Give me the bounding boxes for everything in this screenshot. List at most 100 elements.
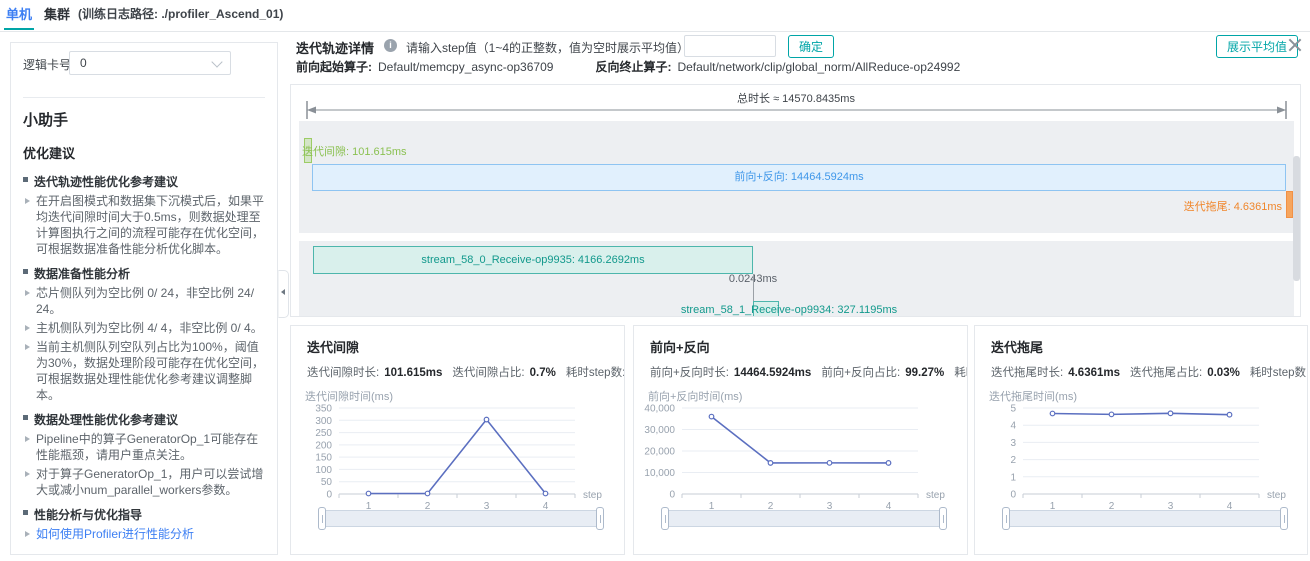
info-icon[interactable] — [384, 39, 397, 52]
svg-text:40,000: 40,000 — [644, 404, 675, 415]
panel-stats: 迭代拖尾时长:4.6361ms 迭代拖尾占比:0.03% 耗时step数:4 — [991, 364, 1308, 380]
svg-text:2: 2 — [1010, 455, 1016, 466]
step-input[interactable] — [684, 35, 776, 57]
stream-receive-bar-2-label: stream_58_1_Receive-op9934: 327.1195ms — [629, 304, 949, 316]
svg-text:step: step — [926, 490, 945, 501]
svg-text:0: 0 — [669, 490, 675, 501]
logic-card-value: 0 — [80, 52, 87, 74]
iteration-tail-bar-label: 迭代拖尾: 4.6361ms — [1184, 198, 1282, 214]
assistant-title: 小助手 — [23, 109, 68, 130]
iteration-detail-area: 迭代轨迹详情 请输入step值（1~4的正整数，值为空时展示平均值） 确定 展示… — [290, 32, 1310, 561]
fp-start-operator-value: Default/memcpy_async-op36709 — [378, 60, 553, 74]
tab-cluster[interactable]: 集群 — [44, 0, 70, 29]
step-input-hint: 请输入step值（1~4的正整数，值为空时展示平均值） — [406, 39, 689, 56]
zoom-handle-right[interactable] — [1280, 507, 1288, 530]
suggestion-item: 当前主机侧队列空队列占比为100%，阈值为30%，数据处理阶段可能存在优化空间，… — [23, 339, 269, 403]
detail-title: 迭代轨迹详情 — [296, 38, 374, 57]
section-title-data-prep: 数据准备性能分析 — [23, 265, 269, 282]
svg-text:30,000: 30,000 — [644, 425, 675, 436]
panel-stats: 前向+反向时长:14464.5924ms 前向+反向占比:99.27% 耗时st… — [650, 364, 968, 380]
stat-value: 4.6361ms — [1068, 367, 1120, 379]
panel-title: 前向+反向 — [650, 337, 710, 356]
suggestions-title: 优化建议 — [23, 143, 75, 162]
data-zoom-slider[interactable] — [321, 510, 601, 527]
iteration-tail-panel: 迭代拖尾 迭代拖尾时长:4.6361ms 迭代拖尾占比:0.03% 耗时step… — [974, 325, 1308, 555]
stat-value: 0.7% — [530, 367, 556, 379]
iteration-tail-chart: 0123451234step — [977, 400, 1297, 512]
zoom-handle-right[interactable] — [596, 507, 604, 530]
svg-text:100: 100 — [315, 465, 332, 476]
svg-text:0: 0 — [326, 490, 332, 501]
zoom-handle-left[interactable] — [318, 507, 326, 530]
zoom-handle-right[interactable] — [939, 507, 947, 530]
svg-text:step: step — [1267, 490, 1286, 501]
connector-line — [753, 274, 754, 301]
bp-end-operator-label: 反向终止算子: — [595, 60, 671, 74]
stat-label: 迭代拖尾时长: — [991, 367, 1063, 379]
stat-label: 耗时step数: — [1250, 367, 1308, 379]
data-zoom-slider[interactable] — [664, 510, 944, 527]
iteration-tail-bar[interactable] — [1286, 191, 1293, 218]
total-duration-label: 总时长 ≈ 14570.8435ms — [737, 91, 855, 105]
data-zoom-slider[interactable] — [1005, 510, 1285, 527]
stat-value: 101.615ms — [384, 367, 442, 379]
svg-text:350: 350 — [315, 404, 332, 415]
suggestion-item: Pipeline中的算子GeneratorOp_1可能存在性能瓶颈，请用户重点关… — [23, 431, 269, 463]
stream-receive-bar-1[interactable]: stream_58_0_Receive-op9935: 4166.2692ms — [313, 246, 753, 274]
svg-text:10,000: 10,000 — [644, 468, 675, 479]
close-icon[interactable] — [1286, 36, 1304, 54]
stat-label: 耗时step数: — [954, 367, 968, 379]
stat-label: 前向+反向占比: — [821, 367, 900, 379]
panel-title: 迭代间隙 — [307, 337, 359, 356]
stat-label: 前向+反向时长: — [650, 367, 729, 379]
sidebar-collapse-handle[interactable] — [278, 270, 289, 318]
zoom-handle-left[interactable] — [661, 507, 669, 530]
suggestion-item: 在开启图模式和数据集下沉模式后，如果平均迭代间隙时间大于0.5ms，则数据处理至… — [23, 193, 269, 257]
divider — [23, 97, 265, 98]
chevron-down-icon — [211, 56, 222, 67]
suggestions-body: 迭代轨迹性能优化参考建议 在开启图模式和数据集下沉模式后，如果平均迭代间隙时间大… — [23, 165, 269, 545]
tab-single-machine[interactable]: 单机 — [6, 0, 32, 29]
suggestion-item: 对于算子GeneratorOp_1，用户可以尝试增大或减小num_paralle… — [23, 466, 269, 498]
profiler-doc-link[interactable]: 如何使用Profiler进行性能分析 — [36, 527, 194, 541]
top-tab-bar: 单机 集群 (训练日志路径: ./profiler_Ascend_01) — [0, 0, 1310, 32]
profiler-page: 单机 集群 (训练日志路径: ./profiler_Ascend_01) 逻辑卡… — [0, 0, 1310, 561]
svg-text:20,000: 20,000 — [644, 447, 675, 458]
timeline-scrollbar-thumb[interactable] — [1293, 156, 1300, 281]
svg-text:50: 50 — [321, 477, 333, 488]
suggestion-item: 如何使用Profiler进行性能分析 — [23, 526, 269, 542]
suggestion-item: 芯片侧队列为空比例 0/ 24，非空比例 24/ 24。 — [23, 285, 269, 317]
collapse-arrow-icon — [281, 289, 285, 295]
svg-text:3: 3 — [1010, 438, 1016, 449]
stat-label: 迭代拖尾占比: — [1130, 367, 1202, 379]
iteration-gap-panel: 迭代间隙 迭代间隙时长:101.615ms 迭代间隙占比:0.7% 耗时step… — [290, 325, 625, 555]
panel-stats: 迭代间隙时长:101.615ms 迭代间隙占比:0.7% 耗时step数:4 — [307, 364, 625, 380]
iteration-gap-chart: 0501001502002503003501234step — [293, 400, 613, 512]
iteration-gap-bar-label: 迭代间隙: 101.615ms — [302, 143, 407, 159]
svg-text:200: 200 — [315, 440, 332, 451]
confirm-button[interactable]: 确定 — [788, 35, 834, 58]
fp-bp-bar[interactable]: 前向+反向: 14464.5924ms — [312, 164, 1286, 191]
section-title-data-process: 数据处理性能优化参考建议 — [23, 411, 269, 428]
stream-receive-bar-1-label: stream_58_0_Receive-op9935: 4166.2692ms — [421, 254, 644, 266]
section-title-guide: 性能分析与优化指导 — [23, 506, 269, 523]
stat-label: 迭代间隙占比: — [452, 367, 524, 379]
svg-text:step: step — [583, 490, 602, 501]
bp-end-operator-value: Default/network/clip/global_norm/AllRedu… — [677, 60, 960, 74]
iteration-band: 迭代间隙: 101.615ms 前向+反向: 14464.5924ms 迭代拖尾… — [299, 121, 1294, 233]
training-log-path: (训练日志路径: ./profiler_Ascend_01) — [78, 0, 283, 29]
logic-card-select[interactable]: 0 — [69, 51, 231, 75]
stat-label: 迭代间隙时长: — [307, 367, 379, 379]
stream-band: stream_58_0_Receive-op9935: 4166.2692ms … — [299, 241, 1294, 316]
assistant-sidebar: 逻辑卡号 0 小助手 优化建议 迭代轨迹性能优化参考建议 在开启图模式和数据集下… — [10, 42, 278, 555]
svg-text:1: 1 — [1010, 472, 1016, 483]
fp-bp-panel: 前向+反向 前向+反向时长:14464.5924ms 前向+反向占比:99.27… — [633, 325, 968, 555]
svg-text:5: 5 — [1010, 404, 1016, 415]
zoom-handle-left[interactable] — [1002, 507, 1010, 530]
svg-text:250: 250 — [315, 428, 332, 439]
timeline-scrollbar[interactable] — [1293, 86, 1300, 315]
suggestion-item: 主机侧队列为空比例 4/ 4，非空比例 0/ 4。 — [23, 320, 269, 336]
total-duration-arrow: 总时长 ≈ 14570.8435ms — [299, 87, 1294, 121]
panel-title: 迭代拖尾 — [991, 337, 1043, 356]
iteration-timeline-panel: 总时长 ≈ 14570.8435ms 迭代间隙: 101.615ms 前向+反向… — [290, 84, 1301, 317]
